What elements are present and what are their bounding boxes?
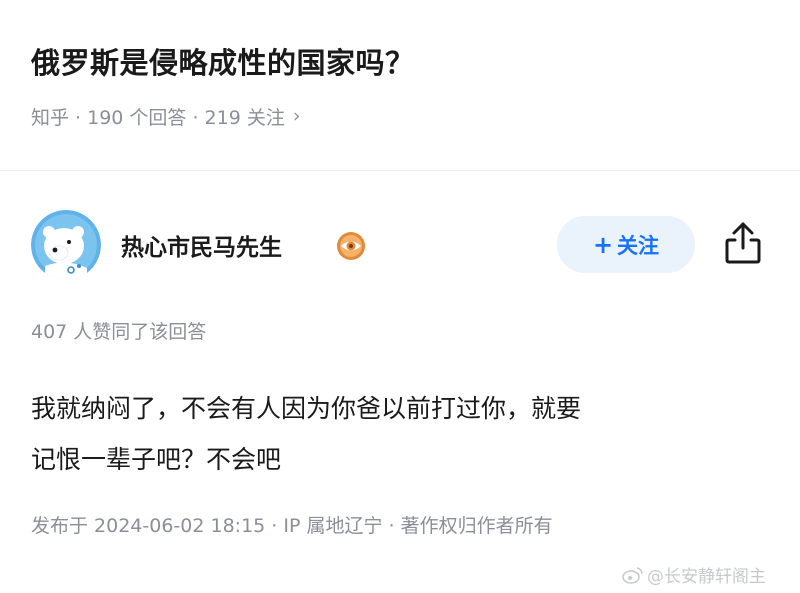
answer-line: 我就纳闷了，不会有人因为你爸以前打过你，就要 [31, 394, 582, 423]
polar-bear-avatar-icon [31, 210, 101, 280]
follow-button[interactable]: + 关注 [557, 216, 695, 273]
eye-badge-icon [336, 231, 366, 261]
question-meta-text: 知乎 · 190 个回答 · 219 关注 [31, 107, 285, 129]
watermark: @长安静轩阁主 [622, 562, 766, 587]
avatar[interactable] [31, 210, 101, 280]
question-meta[interactable]: 知乎 · 190 个回答 · 219 关注 › [31, 103, 300, 130]
watermark-text: @长安静轩阁主 [647, 567, 766, 587]
section-divider [0, 170, 800, 171]
answer-content[interactable]: 我就纳闷了，不会有人因为你爸以前打过你，就要 记恨一辈子吧？不会吧 [31, 383, 776, 485]
vote-count: 407 人赞同了该回答 [31, 321, 207, 343]
follow-button-label: 关注 [617, 233, 660, 258]
chevron-right-icon: › [292, 104, 301, 127]
publish-info: 发布于 2024-06-02 18:15 · IP 属地辽宁 · 著作权归作者所… [31, 515, 553, 537]
plus-icon: + [592, 230, 614, 259]
author-name[interactable]: 热心市民马先生 [121, 228, 282, 262]
share-icon[interactable] [723, 220, 763, 266]
answer-line: 记恨一辈子吧？不会吧 [31, 445, 282, 474]
question-title[interactable]: 俄罗斯是侵略成性的国家吗？ [31, 40, 415, 82]
weibo-icon [622, 566, 643, 584]
